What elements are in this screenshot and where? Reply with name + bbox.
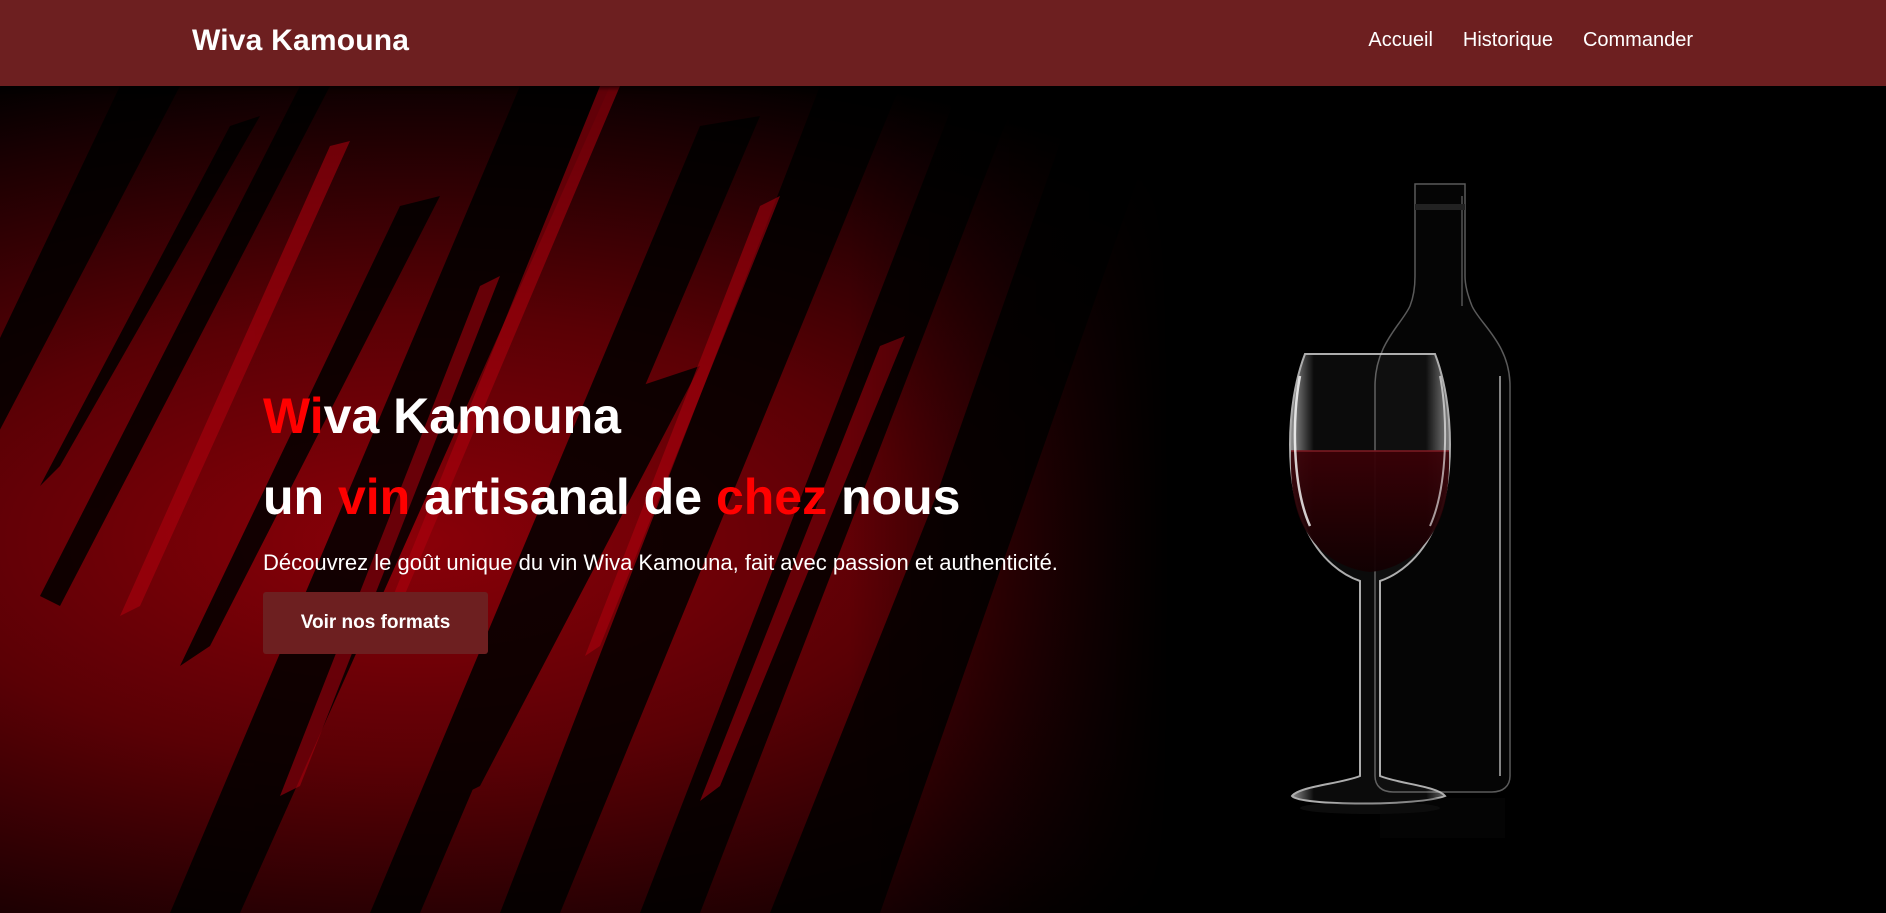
hero-title-accent-word: chez [715,469,828,525]
see-formats-button[interactable]: Voir nos formats [263,592,488,654]
nav-link-accueil[interactable]: Accueil [1368,29,1432,52]
hero-title-word: nous [827,469,961,525]
hero-title-accent-word: vin [337,469,411,525]
hero-title-word: un [263,469,338,525]
nav-link-commander[interactable]: Commander [1583,29,1693,52]
brand-logo[interactable]: Wiva Kamouna [192,24,409,58]
hero-title-accent: Wi [263,388,324,444]
hero-content: Wiva Kamouna un vin artisanal de chez no… [263,376,1058,654]
nav-menu: Accueil Historique Commander [1368,29,1693,52]
hero-section: Wiva Kamouna un vin artisanal de chez no… [0,86,1886,913]
navbar: Wiva Kamouna Accueil Historique Commande… [0,0,1886,86]
hero-title: Wiva Kamouna un vin artisanal de chez no… [263,376,1058,538]
hero-subtitle: Découvrez le goût unique du vin Wiva Kam… [263,550,1058,575]
hero-title-word: artisanal de [410,469,716,525]
hero-title-rest: va Kamouna [323,388,621,444]
nav-link-historique[interactable]: Historique [1463,29,1553,52]
